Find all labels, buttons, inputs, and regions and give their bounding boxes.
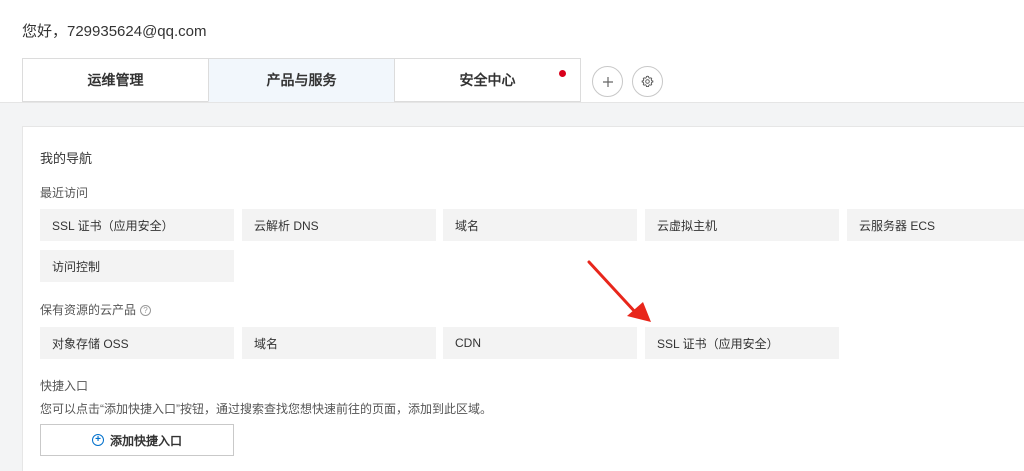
owned-item[interactable]: 对象存储 OSS xyxy=(40,327,234,359)
add-shortcut-label: 添加快捷入口 xyxy=(109,433,182,448)
tab-settings-button[interactable] xyxy=(632,66,663,97)
recent-item[interactable]: SSL 证书（应用安全） xyxy=(40,209,234,241)
annotation-arrow-icon xyxy=(587,260,651,322)
tab-label: 安全中心 xyxy=(459,72,516,88)
notification-dot xyxy=(559,70,566,77)
nav-title: 我的导航 xyxy=(40,151,93,166)
owned-item[interactable]: CDN xyxy=(443,327,637,359)
recent-item[interactable]: 云虚拟主机 xyxy=(645,209,839,241)
owned-resources-label: 保有资源的云产品 xyxy=(40,303,137,317)
user-greeting: 您好，729935624@qq.com xyxy=(22,23,207,40)
plus-icon xyxy=(602,76,613,87)
add-tab-button[interactable] xyxy=(592,66,623,97)
add-shortcut-button[interactable]: + 添加快捷入口 xyxy=(40,424,234,456)
recent-item[interactable]: 域名 xyxy=(443,209,637,241)
tab-label: 运维管理 xyxy=(87,72,144,88)
recent-item[interactable]: 云服务器 ECS xyxy=(847,209,1024,241)
tab-ops-management[interactable]: 运维管理 xyxy=(22,58,209,102)
help-icon[interactable]: ? xyxy=(140,305,152,317)
tab-security-center[interactable]: 安全中心 xyxy=(394,58,581,102)
shortcut-title: 快捷入口 xyxy=(40,379,89,393)
recent-item[interactable]: 访问控制 xyxy=(40,250,234,282)
recent-visits-title: 最近访问 xyxy=(40,186,89,200)
owned-resources-title: 保有资源的云产品? xyxy=(40,301,152,318)
shortcut-description: 您可以点击“添加快捷入口”按钮，通过搜索查找您想快速前往的页面，添加到此区域。 xyxy=(40,402,492,416)
plus-circle-icon: + xyxy=(91,434,104,446)
my-navigation-panel xyxy=(22,126,1024,471)
owned-item[interactable]: 域名 xyxy=(242,327,436,359)
recent-item[interactable]: 云解析 DNS xyxy=(242,209,436,241)
tab-label: 产品与服务 xyxy=(266,72,337,88)
tab-bar: 运维管理 产品与服务 安全中心 xyxy=(22,58,581,102)
tab-products-services[interactable]: 产品与服务 xyxy=(208,58,395,102)
owned-item[interactable]: SSL 证书（应用安全） xyxy=(645,327,839,359)
gear-icon xyxy=(641,75,654,87)
